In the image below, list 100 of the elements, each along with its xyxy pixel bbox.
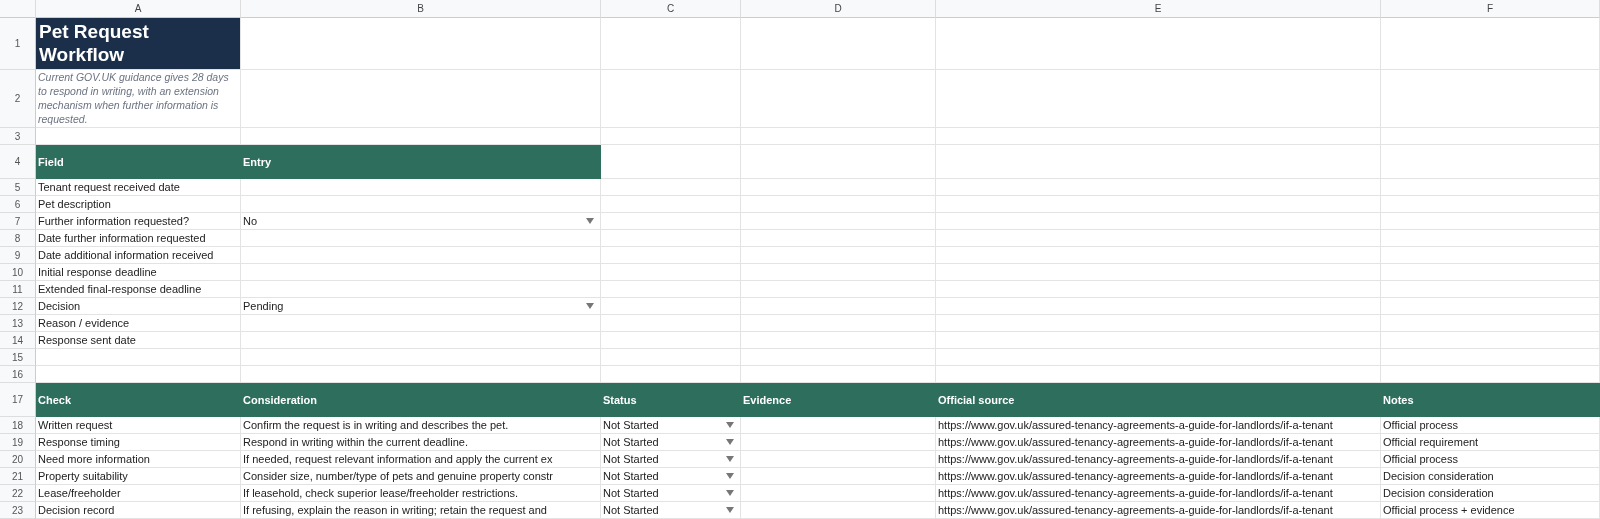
empty-cell[interactable]: [241, 179, 601, 196]
empty-cell[interactable]: [741, 145, 936, 179]
column-header[interactable]: E: [936, 0, 1381, 18]
empty-cell[interactable]: [1381, 281, 1600, 298]
empty-cell[interactable]: [601, 196, 741, 213]
empty-cell[interactable]: [741, 18, 936, 70]
empty-cell[interactable]: [936, 264, 1381, 281]
empty-cell[interactable]: [601, 70, 741, 128]
empty-cell[interactable]: [1381, 349, 1600, 366]
empty-cell[interactable]: [741, 485, 936, 502]
empty-cell[interactable]: [936, 349, 1381, 366]
caret-icon[interactable]: [586, 218, 594, 224]
row-header[interactable]: 13: [0, 315, 36, 332]
row-header[interactable]: 17: [0, 383, 36, 417]
empty-cell[interactable]: [936, 213, 1381, 230]
empty-cell[interactable]: [601, 332, 741, 349]
row-header[interactable]: 4: [0, 145, 36, 179]
empty-cell[interactable]: [1381, 128, 1600, 145]
empty-cell[interactable]: [936, 332, 1381, 349]
empty-cell[interactable]: [741, 70, 936, 128]
empty-cell[interactable]: [241, 315, 601, 332]
row-header[interactable]: 15: [0, 349, 36, 366]
caret-icon[interactable]: [726, 490, 734, 496]
empty-cell[interactable]: [741, 247, 936, 264]
caret-icon[interactable]: [726, 439, 734, 445]
empty-cell[interactable]: [1381, 213, 1600, 230]
empty-cell[interactable]: [241, 247, 601, 264]
row-header[interactable]: 11: [0, 281, 36, 298]
dropdown-value[interactable]: Pending: [243, 298, 284, 314]
empty-cell[interactable]: [241, 332, 601, 349]
row-header[interactable]: 12: [0, 298, 36, 315]
empty-cell[interactable]: [936, 281, 1381, 298]
empty-cell[interactable]: [601, 230, 741, 247]
column-header[interactable]: D: [741, 0, 936, 18]
empty-cell[interactable]: [1381, 264, 1600, 281]
caret-icon[interactable]: [726, 456, 734, 462]
row-header[interactable]: 22: [0, 485, 36, 502]
empty-cell[interactable]: [936, 128, 1381, 145]
empty-cell[interactable]: [741, 128, 936, 145]
empty-cell[interactable]: [241, 349, 601, 366]
row-header[interactable]: 7: [0, 213, 36, 230]
empty-cell[interactable]: [741, 298, 936, 315]
empty-cell[interactable]: [741, 332, 936, 349]
dropdown-value[interactable]: Not Started: [603, 468, 659, 484]
empty-cell[interactable]: [741, 468, 936, 485]
empty-cell[interactable]: [741, 434, 936, 451]
empty-cell[interactable]: [741, 451, 936, 468]
empty-cell[interactable]: [741, 281, 936, 298]
row-header[interactable]: 5: [0, 179, 36, 196]
empty-cell[interactable]: [601, 213, 741, 230]
empty-cell[interactable]: [1381, 247, 1600, 264]
empty-cell[interactable]: [936, 196, 1381, 213]
column-header[interactable]: B: [241, 0, 601, 18]
empty-cell[interactable]: [936, 145, 1381, 179]
row-header[interactable]: 2: [0, 70, 36, 128]
empty-cell[interactable]: [601, 264, 741, 281]
empty-cell[interactable]: [1381, 196, 1600, 213]
empty-cell[interactable]: [741, 213, 936, 230]
empty-cell[interactable]: [601, 298, 741, 315]
dropdown-value[interactable]: No: [243, 213, 258, 229]
empty-cell[interactable]: [936, 315, 1381, 332]
empty-cell[interactable]: [241, 281, 601, 298]
empty-cell[interactable]: [1381, 18, 1600, 70]
empty-cell[interactable]: [601, 179, 741, 196]
empty-cell[interactable]: [741, 179, 936, 196]
empty-cell[interactable]: [601, 128, 741, 145]
empty-cell[interactable]: [241, 264, 601, 281]
empty-cell[interactable]: [241, 70, 601, 128]
dropdown-value[interactable]: Not Started: [603, 485, 659, 501]
dropdown-value[interactable]: Not Started: [603, 434, 659, 450]
column-header[interactable]: F: [1381, 0, 1600, 18]
row-header[interactable]: 16: [0, 366, 36, 383]
empty-cell[interactable]: [1381, 230, 1600, 247]
empty-cell[interactable]: [741, 349, 936, 366]
dropdown-value[interactable]: Not Started: [603, 451, 659, 467]
empty-cell[interactable]: [1381, 145, 1600, 179]
empty-cell[interactable]: [741, 502, 936, 519]
row-header[interactable]: 21: [0, 468, 36, 485]
empty-cell[interactable]: [1381, 70, 1600, 128]
empty-cell[interactable]: [936, 298, 1381, 315]
empty-cell[interactable]: [241, 196, 601, 213]
dropdown-value[interactable]: Not Started: [603, 417, 659, 433]
row-header[interactable]: 8: [0, 230, 36, 247]
dropdown-value[interactable]: Not Started: [603, 502, 659, 518]
row-header[interactable]: 10: [0, 264, 36, 281]
empty-cell[interactable]: [741, 264, 936, 281]
row-header[interactable]: 3: [0, 128, 36, 145]
empty-cell[interactable]: [241, 230, 601, 247]
empty-cell[interactable]: [601, 349, 741, 366]
empty-cell[interactable]: [601, 18, 741, 70]
empty-cell[interactable]: [601, 281, 741, 298]
row-header[interactable]: 9: [0, 247, 36, 264]
row-header[interactable]: 14: [0, 332, 36, 349]
caret-icon[interactable]: [586, 303, 594, 309]
empty-cell[interactable]: [741, 230, 936, 247]
empty-cell[interactable]: [1381, 332, 1600, 349]
empty-cell[interactable]: [1381, 179, 1600, 196]
empty-cell[interactable]: [936, 230, 1381, 247]
empty-cell[interactable]: [601, 315, 741, 332]
empty-cell[interactable]: [741, 196, 936, 213]
